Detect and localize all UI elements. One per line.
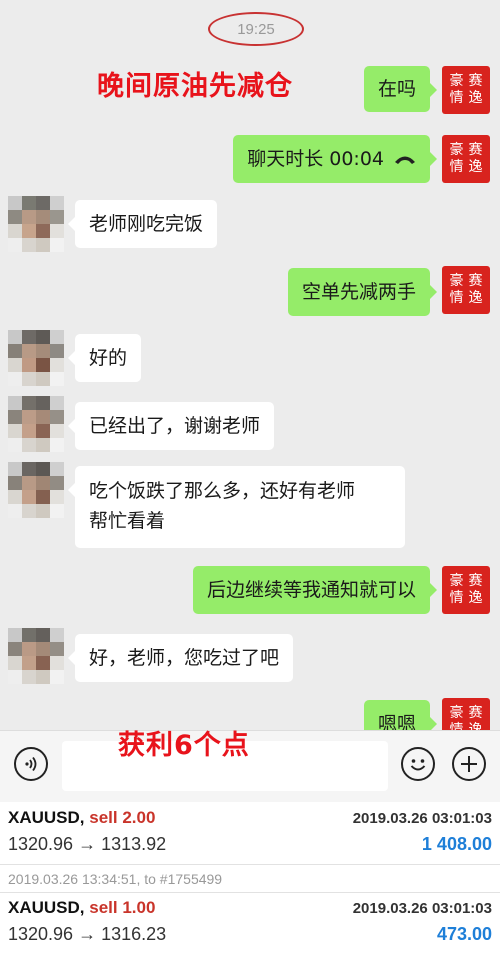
message-bubble-outgoing[interactable]: 空单先减两手 xyxy=(287,268,438,316)
seal-char: 情 xyxy=(449,290,464,306)
trade-open-time: 2019.03.26 03:01:03 xyxy=(352,810,492,827)
message-text: 好的 xyxy=(89,347,128,369)
contact-avatar-pixelated[interactable] xyxy=(8,196,64,252)
contact-avatar-pixelated[interactable] xyxy=(8,628,64,684)
divider xyxy=(0,864,500,865)
balance-transfer-note: 2019.03.26 13:34:51, to #1755499 xyxy=(8,871,223,887)
seal-char: 赛 xyxy=(468,705,483,721)
trade-prices: 1320.96 → 1313.92 xyxy=(8,834,167,854)
trade-symbol-line: XAUUSD, sell 2.00 xyxy=(8,808,155,828)
message-bubble-outgoing[interactable]: 在吗 xyxy=(363,66,438,112)
divider xyxy=(0,892,500,893)
trade-side: sell 1.00 xyxy=(89,898,156,917)
seal-char: 逸 xyxy=(468,90,483,106)
trade-profit: 473.00 xyxy=(436,924,492,944)
emoji-icon[interactable] xyxy=(401,747,435,781)
add-icon xyxy=(461,756,477,772)
sender-avatar-seal[interactable]: 豪赛情逸 xyxy=(442,135,490,183)
sender-avatar-seal[interactable]: 豪赛情逸 xyxy=(442,566,490,614)
message-text: 在吗 xyxy=(377,78,416,100)
message-bubble-incoming[interactable]: 吃个饭跌了那么多，还好有老师 帮忙看着 xyxy=(68,466,405,548)
message-text: 老师刚吃完饭 xyxy=(89,213,204,235)
voice-icon[interactable] xyxy=(14,747,48,781)
chat-input-bar xyxy=(0,730,500,802)
trade-symbol: XAUUSD, xyxy=(8,808,85,827)
call-duration-bubble[interactable]: 聊天时长 00:04 xyxy=(233,135,437,183)
smiley-face-icon xyxy=(410,759,426,771)
message-text: 后边继续等我通知就可以 xyxy=(206,579,416,601)
seal-char: 情 xyxy=(449,590,464,606)
trade-prices: 1320.96 → 1316.23 xyxy=(8,924,167,944)
seal-char: 豪 xyxy=(449,73,464,89)
sender-avatar-seal[interactable]: 豪赛情逸 xyxy=(442,266,490,314)
message-text: 聊天时长 00:04 xyxy=(247,148,384,170)
message-bubble-incoming[interactable]: 老师刚吃完饭 xyxy=(67,200,218,248)
seal-char: 豪 xyxy=(449,573,464,589)
phone-hangup-icon xyxy=(395,156,415,164)
trade-symbol: XAUUSD, xyxy=(8,898,85,917)
message-bubble-incoming[interactable]: 好的 xyxy=(67,334,142,382)
message-bubble-incoming[interactable]: 已经出了，谢谢老师 xyxy=(67,402,275,450)
seal-char: 赛 xyxy=(468,73,483,89)
contact-avatar-pixelated[interactable] xyxy=(8,462,64,518)
seal-char: 情 xyxy=(449,90,464,106)
seal-char: 情 xyxy=(449,159,464,175)
seal-char: 赛 xyxy=(468,142,483,158)
trade-side: sell 2.00 xyxy=(89,808,156,827)
message-bubble-incoming[interactable]: 好，老师，您吃过了吧 xyxy=(67,634,294,682)
contact-avatar-pixelated[interactable] xyxy=(8,330,64,386)
contact-avatar-pixelated[interactable] xyxy=(8,396,64,452)
overlay-annotation-bottom: 获利6个点 xyxy=(118,730,250,761)
sound-wave-icon xyxy=(25,756,37,772)
trade-history-panel: XAUUSD, sell 2.00 2019.03.26 03:01:03 13… xyxy=(0,802,500,953)
chat-timestamp: 19:25 xyxy=(208,12,304,46)
trade-symbol-line: XAUUSD, sell 1.00 xyxy=(8,898,155,918)
message-text: 已经出了，谢谢老师 xyxy=(89,415,261,437)
seal-char: 豪 xyxy=(449,273,464,289)
seal-char: 赛 xyxy=(468,273,483,289)
message-text-line: 帮忙看着 xyxy=(89,510,166,532)
sender-avatar-seal[interactable]: 豪赛情逸 xyxy=(442,66,490,114)
trade-open-time: 2019.03.26 03:01:03 xyxy=(352,900,492,917)
message-text-line: 吃个饭跌了那么多，还好有老师 xyxy=(89,480,356,502)
overlay-annotation-top: 晚间原油先减仓 xyxy=(97,71,293,102)
message-bubble-outgoing[interactable]: 后边继续等我通知就可以 xyxy=(192,566,438,614)
seal-char: 逸 xyxy=(468,290,483,306)
message-text: 好，老师，您吃过了吧 xyxy=(89,647,280,669)
seal-char: 逸 xyxy=(468,159,483,175)
seal-char: 豪 xyxy=(449,705,464,721)
trade-profit: 1 408.00 xyxy=(421,834,492,854)
plus-icon[interactable] xyxy=(452,747,486,781)
seal-char: 豪 xyxy=(449,142,464,158)
seal-char: 赛 xyxy=(468,573,483,589)
message-text: 空单先减两手 xyxy=(301,281,416,303)
seal-char: 逸 xyxy=(468,590,483,606)
